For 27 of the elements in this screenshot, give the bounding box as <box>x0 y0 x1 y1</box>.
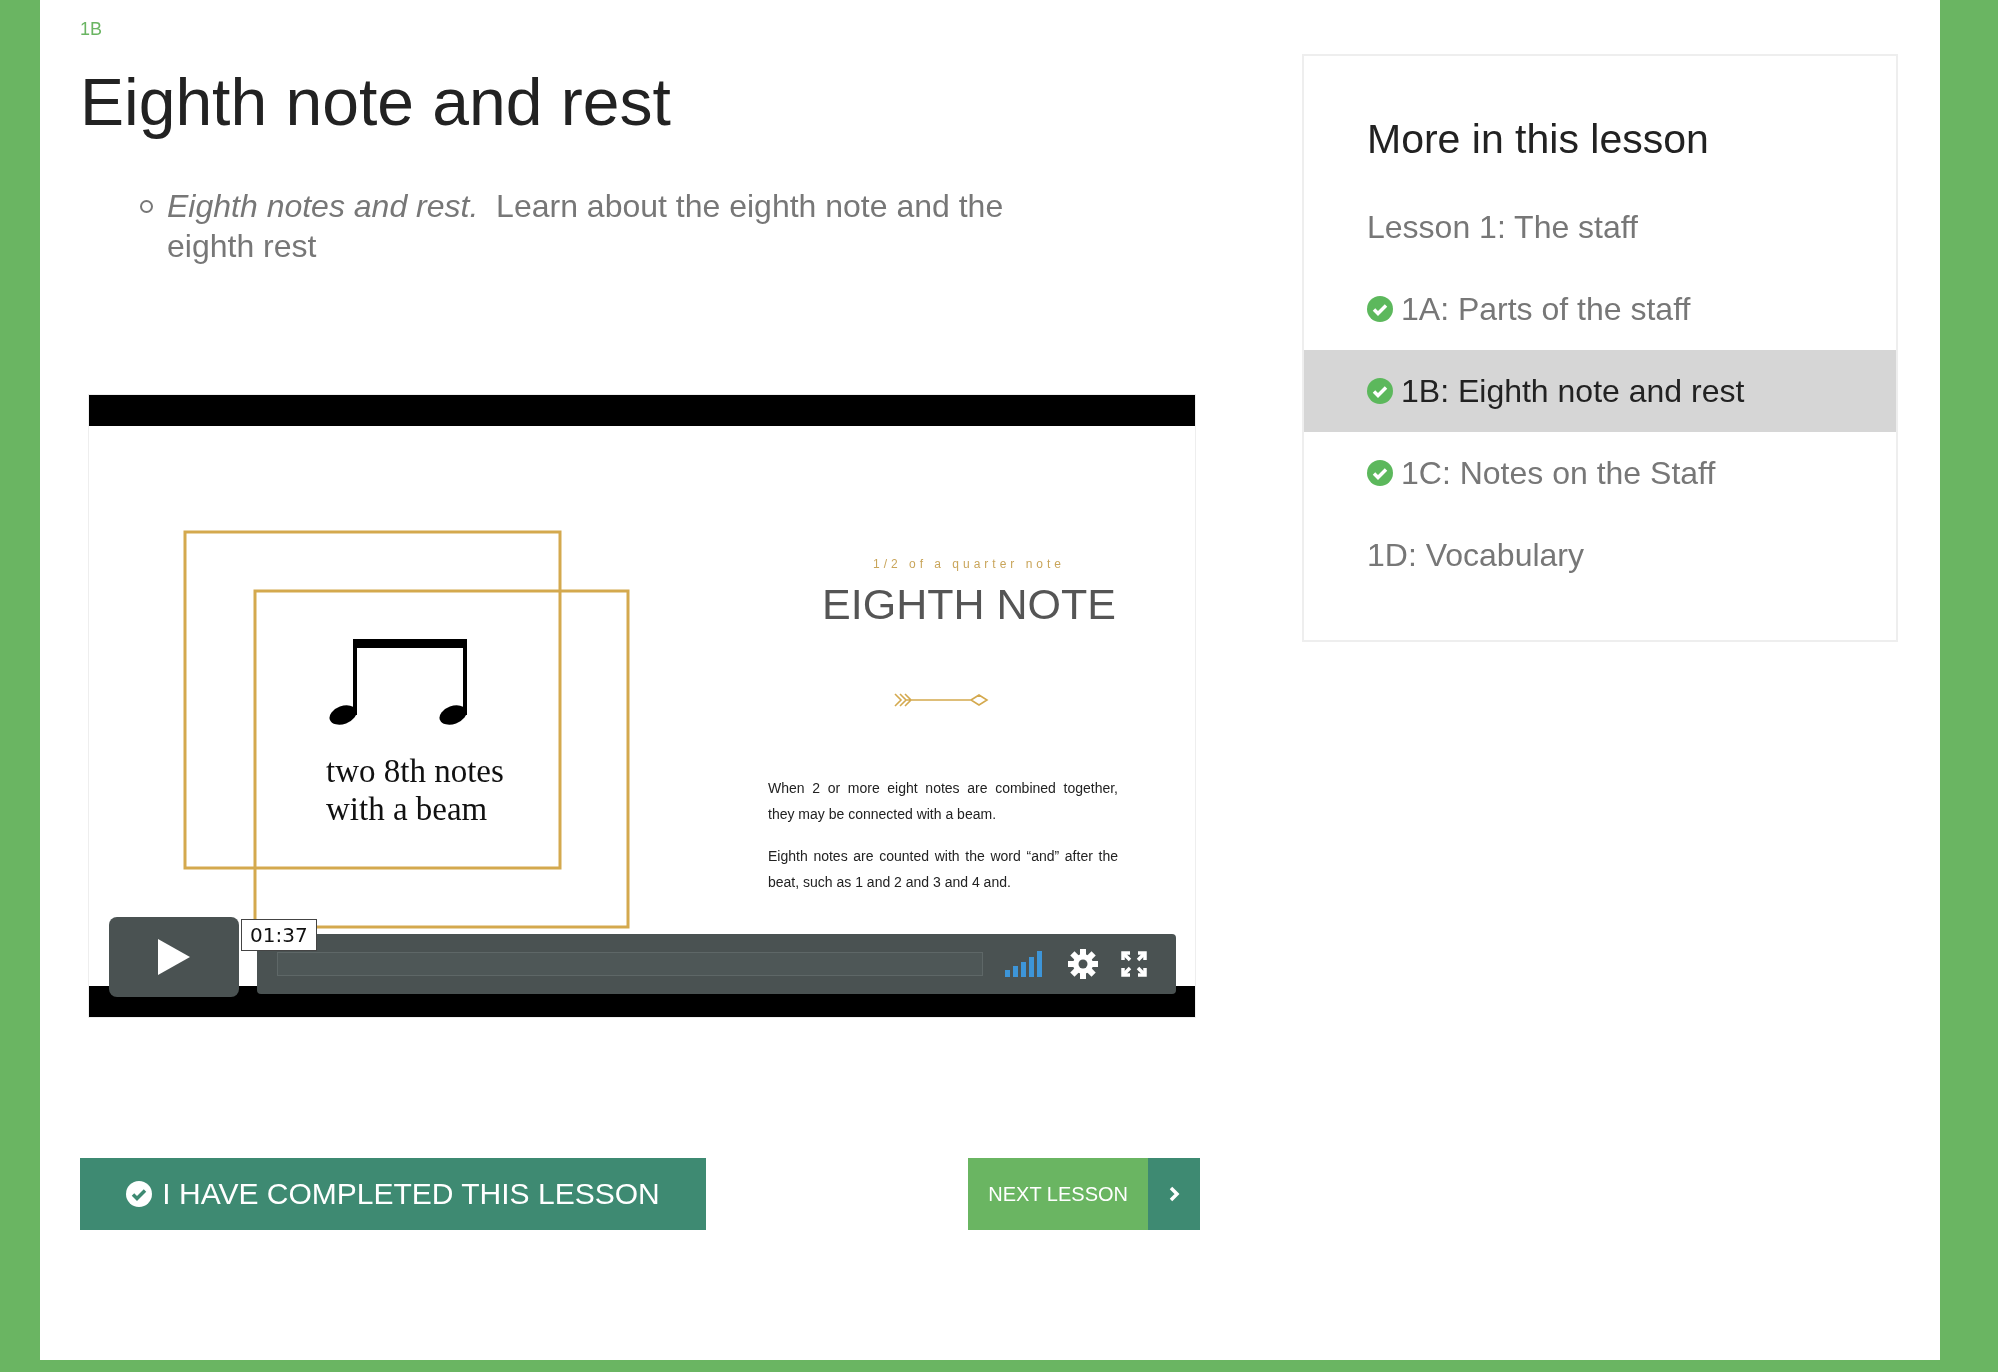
slide-subtitle: 1/2 of a quarter note <box>871 557 1067 571</box>
sidebar-title: More in this lesson <box>1366 115 1710 164</box>
lesson-item[interactable]: 1D: Vocabulary <box>1304 514 1896 596</box>
time-tooltip: 01:37 <box>241 919 317 951</box>
lesson-item[interactable]: Lesson 1: The staff <box>1304 186 1896 268</box>
fullscreen-icon[interactable] <box>1121 951 1147 977</box>
lesson-item[interactable]: 1C: Notes on the Staff <box>1304 432 1896 514</box>
lesson-description: Eighth notes and rest. Learn about the eighth note and the eighth rest <box>167 187 1005 266</box>
play-button[interactable] <box>109 917 239 997</box>
slide-paragraph: Eighth notes are counted with the word “and” after the beat, such as 1 and 2 and 3 and 4 and. <box>768 847 1118 892</box>
slide-paragraph: When 2 or more eight notes are combined together, they may be connected with a beam. <box>768 779 1118 824</box>
slide-caption-line: with a beam <box>326 790 489 828</box>
slide-caption-line: two 8th notes <box>326 752 504 790</box>
lesson-item[interactable]: 1B: Eighth note and rest <box>1304 350 1896 432</box>
volume-icon[interactable] <box>1005 951 1045 977</box>
check-circle-icon <box>126 1181 153 1207</box>
bullet-icon <box>140 200 153 213</box>
lesson-code: 1B <box>80 18 104 40</box>
lesson-item[interactable]: 1A: Parts of the staff <box>1304 268 1896 350</box>
progress-track[interactable] <box>277 952 983 976</box>
chevron-icon <box>1148 1158 1200 1230</box>
next-lesson-button[interactable]: NEXT LESSON <box>968 1158 1200 1230</box>
play-icon <box>156 937 192 977</box>
lesson-title: Eighth note and rest <box>80 64 672 141</box>
slide-heading: EIGHTH NOTE <box>821 581 1117 627</box>
settings-icon[interactable] <box>1067 948 1099 980</box>
complete-lesson-button[interactable]: I HAVE COMPLETED THIS LESSON <box>80 1158 706 1230</box>
